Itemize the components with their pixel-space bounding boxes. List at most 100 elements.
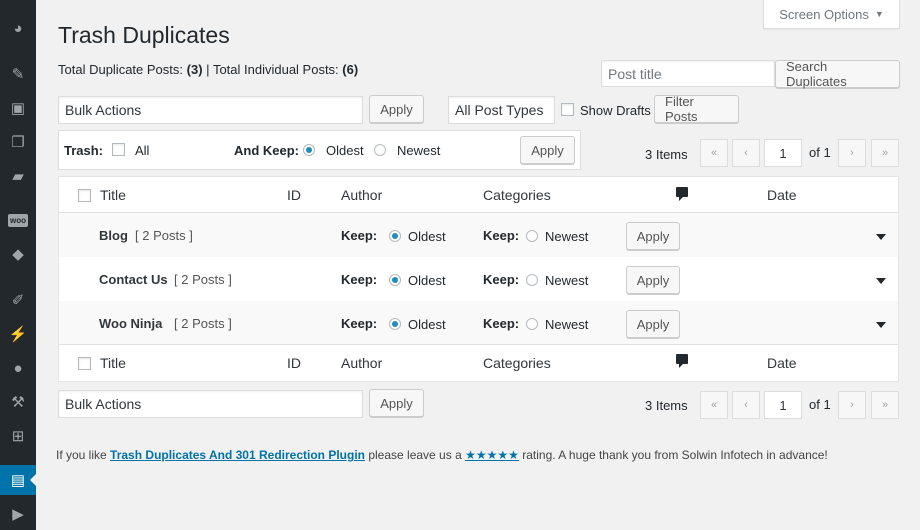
keep-oldest-radio[interactable] [303,144,315,156]
last-page-button-bottom[interactable]: » [871,391,899,419]
column-categories: Categories [483,187,551,203]
bulk-apply-button[interactable]: Apply [369,95,424,123]
bulk-apply-button-bottom[interactable]: Apply [369,389,424,417]
trash-all-checkbox[interactable] [112,143,125,156]
row-keep-label-2: Keep: [483,228,520,243]
next-page-button-bottom[interactable]: › [838,391,866,419]
row-oldest-label: Oldest [408,229,446,244]
select-all-checkbox-bottom[interactable] [78,357,91,370]
current-page-input-bottom[interactable]: 1 [764,391,802,419]
post-title-search-input[interactable] [601,60,775,87]
post-type-select[interactable]: All Post Types [448,96,555,124]
footer-prefix: If you like [56,448,107,462]
row-newest-label: Newest [545,229,589,244]
media-icon[interactable]: ▣ [0,93,36,123]
show-drafts-checkbox[interactable] [561,103,574,116]
row-title[interactable]: Contact Us [99,272,168,287]
first-page-button[interactable]: « [700,139,728,167]
dashboard-icon[interactable]: ◕ [0,13,36,43]
row-expand-arrow-icon[interactable] [876,278,886,284]
play-icon[interactable]: ▶ [0,499,36,529]
keep-oldest-label: Oldest [326,143,364,158]
column-title[interactable]: Title [100,187,126,203]
row-oldest-radio[interactable] [389,318,401,330]
row-title[interactable]: Blog [99,228,128,243]
plugin-icon[interactable]: ⚡ [0,319,36,349]
pin-icon[interactable]: ✎ [0,59,36,89]
row-apply-button[interactable]: Apply [626,222,680,250]
row-newest-radio[interactable] [526,274,538,286]
first-page-button-bottom[interactable]: « [700,391,728,419]
table-row: Contact Us [ 2 Posts ] Keep: Oldest Keep… [59,257,898,301]
row-apply-button[interactable]: Apply [626,266,680,294]
duplicate-posts-label: Total Duplicate Posts: [58,62,184,77]
individual-posts-label: Total Individual Posts: [212,62,339,77]
footer-suffix: rating. A huge thank you from Solwin Inf… [522,448,828,462]
comment-bubble-icon [676,354,688,368]
column-date: Date [767,187,797,203]
admin-sidebar: ◕ ✎ ▣ ❐ ▰ woo ◆ ✐ ⚡ ● ⚒ ⊞ ▤ ▶ [0,0,36,530]
row-oldest-radio[interactable] [389,274,401,286]
total-pages-label: of 1 [809,145,831,160]
column-author: Author [341,187,383,203]
column-id: ID [287,355,301,371]
row-keep-label: Keep: [341,228,378,243]
comment-bubble-icon [676,187,688,201]
row-expand-arrow-icon[interactable] [876,322,886,328]
select-all-checkbox[interactable] [78,189,91,202]
page-title: Trash Duplicates [58,22,230,48]
stats-separator: | [206,62,210,77]
keep-newest-label: Newest [397,143,441,158]
row-oldest-radio[interactable] [389,230,401,242]
and-keep-label: And Keep: [234,143,299,158]
rating-stars-link[interactable]: ★★★★★ [465,448,519,462]
duplicates-table: Title ID Author Categories Date Blog [ 2… [58,176,899,382]
prev-page-button[interactable]: ‹ [732,139,760,167]
search-duplicates-button[interactable]: Search Duplicates [775,59,900,89]
comments-icon[interactable]: ▰ [0,161,36,191]
row-oldest-label: Oldest [408,273,446,288]
document-icon[interactable]: ▤ [0,465,36,495]
users-icon[interactable]: ● [0,353,36,383]
row-post-count: [ 2 Posts ] [174,272,232,287]
trash-apply-button[interactable]: Apply [520,136,575,164]
keep-newest-radio[interactable] [374,144,386,156]
wrench-icon[interactable]: ⚒ [0,387,36,417]
table-row: Woo Ninja [ 2 Posts ] Keep: Oldest Keep:… [59,301,898,345]
row-newest-radio[interactable] [526,230,538,242]
screen-options-tab[interactable]: Screen Options ▼ [763,0,900,29]
items-count-bottom: 3 Items [645,398,688,413]
filter-posts-button[interactable]: Filter Posts [654,94,739,124]
column-title[interactable]: Title [100,355,126,371]
settings-icon[interactable]: ⊞ [0,421,36,451]
row-post-count: [ 2 Posts ] [135,228,193,243]
next-page-button[interactable]: › [838,139,866,167]
last-page-button[interactable]: » [871,139,899,167]
prev-page-button-bottom[interactable]: ‹ [732,391,760,419]
row-oldest-label: Oldest [408,317,446,332]
row-apply-button[interactable]: Apply [626,310,680,338]
caret-down-icon: ▼ [874,9,884,19]
footer-middle: please leave us a [368,448,462,462]
current-page-input[interactable]: 1 [764,139,802,167]
bulk-actions-select[interactable]: Bulk Actions [58,96,363,124]
row-newest-label: Newest [545,273,589,288]
row-title[interactable]: Woo Ninja [99,316,162,331]
plugin-link[interactable]: Trash Duplicates And 301 Redirection Plu… [110,448,365,462]
woo-icon[interactable]: woo [0,205,36,235]
individual-posts-count: (6) [342,62,359,77]
row-keep-label: Keep: [341,316,378,331]
bulk-actions-select-bottom[interactable]: Bulk Actions [58,390,363,418]
pages-icon[interactable]: ❐ [0,127,36,157]
row-newest-radio[interactable] [526,318,538,330]
total-pages-label-bottom: of 1 [809,397,831,412]
table-footer: Title ID Author Categories Date [59,345,898,381]
box-icon[interactable]: ◆ [0,239,36,269]
column-id: ID [287,187,301,203]
brush-icon[interactable]: ✐ [0,285,36,315]
table-row: Blog [ 2 Posts ] Keep: Oldest Keep: Newe… [59,213,898,257]
table-header: Title ID Author Categories Date [59,177,898,213]
column-date: Date [767,355,797,371]
column-author: Author [341,355,383,371]
row-expand-arrow-icon[interactable] [876,234,886,240]
